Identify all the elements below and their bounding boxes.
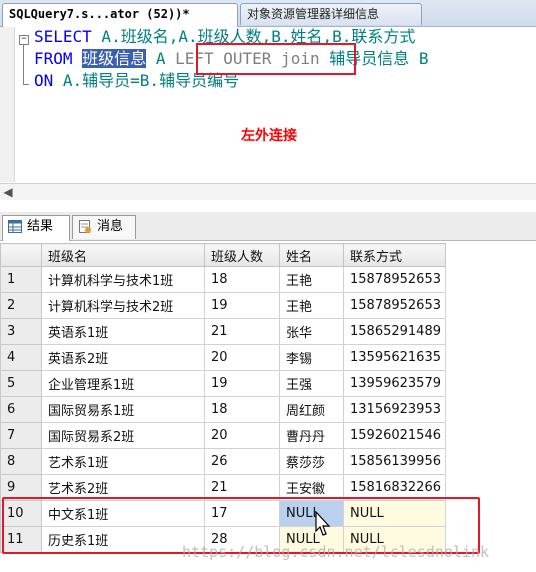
phone-cell[interactable]: 13595621635 (343, 344, 446, 371)
editor-gutter (0, 27, 15, 182)
row-number-cell[interactable]: 8 (0, 448, 42, 475)
table-row[interactable]: 4 英语系2班 20 李锡 13595621635 (0, 344, 446, 371)
name-cell[interactable]: 周红颜 (279, 396, 344, 423)
keyword-from: FROM (34, 49, 73, 68)
tab-results[interactable]: 结果 (2, 215, 70, 241)
class-name-cell[interactable]: 艺术系1班 (41, 448, 205, 475)
class-size-cell[interactable]: 21 (204, 318, 280, 345)
column-header-rownum[interactable] (0, 243, 42, 267)
name-cell[interactable]: 王强 (279, 370, 344, 397)
tab-results-label: 结果 (27, 219, 54, 234)
document-tab-strip: SQLQuery7.s...ator (52))* 对象资源管理器详细信息 (0, 0, 536, 27)
table-row[interactable]: 8 艺术系1班 26 蔡莎莎 15856139956 (0, 448, 446, 475)
sql-editor[interactable]: − SELECT A.班级名,A.班级人数,B.姓名,B.联系方式 FROM 班… (0, 27, 536, 182)
left-join-annotation: 左外连接 (241, 128, 297, 144)
table-row[interactable]: 3 英语系1班 21 张华 15865291489 (0, 318, 446, 345)
mouse-cursor-icon (315, 511, 331, 536)
column-header-class-name[interactable]: 班级名 (41, 243, 205, 267)
keyword-select: SELECT (34, 27, 92, 46)
table-alias: A (146, 49, 176, 68)
row-number-cell[interactable]: 7 (0, 422, 42, 449)
class-name-cell[interactable]: 国际贸易系2班 (41, 422, 205, 449)
results-tab-strip: 结果 消息 (0, 212, 536, 241)
join-highlight-box (196, 43, 356, 75)
class-name-cell[interactable]: 英语系1班 (41, 318, 205, 345)
class-size-cell[interactable]: 18 (204, 266, 280, 293)
phone-cell[interactable]: 15878952653 (343, 292, 446, 319)
tab-messages[interactable]: 消息 (72, 215, 136, 239)
row-number-cell[interactable]: 4 (0, 344, 42, 371)
class-name-cell[interactable]: 计算机科学与技术1班 (41, 266, 205, 293)
grid-header-row: 班级名 班级人数 姓名 联系方式 (0, 243, 446, 267)
table-row[interactable]: 2 计算机科学与技术2班 19 王艳 15878952653 (0, 292, 446, 319)
name-cell[interactable]: 王艳 (279, 292, 344, 319)
message-icon (79, 220, 91, 233)
phone-cell[interactable]: 13156923953 (343, 396, 446, 423)
row-number-cell[interactable]: 3 (0, 318, 42, 345)
name-cell[interactable]: 王艳 (279, 266, 344, 293)
row-number-cell[interactable]: 5 (0, 370, 42, 397)
column-header-phone[interactable]: 联系方式 (343, 243, 446, 267)
keyword-on: ON (34, 71, 54, 90)
class-size-cell[interactable]: 19 (204, 292, 280, 319)
table-row[interactable]: 7 国际贸易系2班 20 曹丹丹 15926021546 (0, 422, 446, 449)
selected-table-name: 班级信息 (82, 49, 147, 68)
class-size-cell[interactable]: 18 (204, 396, 280, 423)
class-name-cell[interactable]: 计算机科学与技术2班 (41, 292, 205, 319)
class-name-cell[interactable]: 企业管理系1班 (41, 370, 205, 397)
collapse-icon[interactable]: − (19, 35, 29, 45)
table-row[interactable]: 5 企业管理系1班 19 王强 13959623579 (0, 370, 446, 397)
row-number-cell[interactable]: 2 (0, 292, 42, 319)
tab-messages-label: 消息 (97, 219, 124, 234)
phone-cell[interactable]: 13959623579 (343, 370, 446, 397)
watermark-text: https://blog.csdn.net/lclesdnolink (182, 543, 490, 561)
phone-cell[interactable]: 15878952653 (343, 266, 446, 293)
name-cell[interactable]: 曹丹丹 (279, 422, 344, 449)
fold-guide-end (23, 84, 29, 85)
class-size-cell[interactable]: 19 (204, 370, 280, 397)
class-size-cell[interactable]: 26 (204, 448, 280, 475)
table-row[interactable]: 6 国际贸易系1班 18 周红颜 13156923953 (0, 396, 446, 423)
column-header-class-size[interactable]: 班级人数 (204, 243, 280, 267)
row-number-cell[interactable]: 6 (0, 396, 42, 423)
class-name-cell[interactable]: 国际贸易系1班 (41, 396, 205, 423)
phone-cell[interactable]: 15865291489 (343, 318, 446, 345)
class-size-cell[interactable]: 20 (204, 422, 280, 449)
table-row[interactable]: 1 计算机科学与技术1班 18 王艳 15878952653 (0, 266, 446, 293)
row-number-cell[interactable]: 1 (0, 266, 42, 293)
class-size-cell[interactable]: 20 (204, 344, 280, 371)
name-cell[interactable]: 蔡莎莎 (279, 448, 344, 475)
tab-object-explorer-details[interactable]: 对象资源管理器详细信息 (240, 3, 422, 25)
name-cell[interactable]: 张华 (279, 318, 344, 345)
fold-guide-line (23, 45, 24, 85)
scroll-left-icon[interactable]: ◀ (2, 185, 14, 199)
column-header-name[interactable]: 姓名 (279, 243, 344, 267)
pane-divider (0, 200, 536, 212)
name-cell[interactable]: 李锡 (279, 344, 344, 371)
tab-sqlquery7[interactable]: SQLQuery7.s...ator (52))* (2, 3, 238, 27)
phone-cell[interactable]: 15926021546 (343, 422, 446, 449)
grid-icon (8, 220, 22, 233)
class-name-cell[interactable]: 英语系2班 (41, 344, 205, 371)
phone-cell[interactable]: 15856139956 (343, 448, 446, 475)
